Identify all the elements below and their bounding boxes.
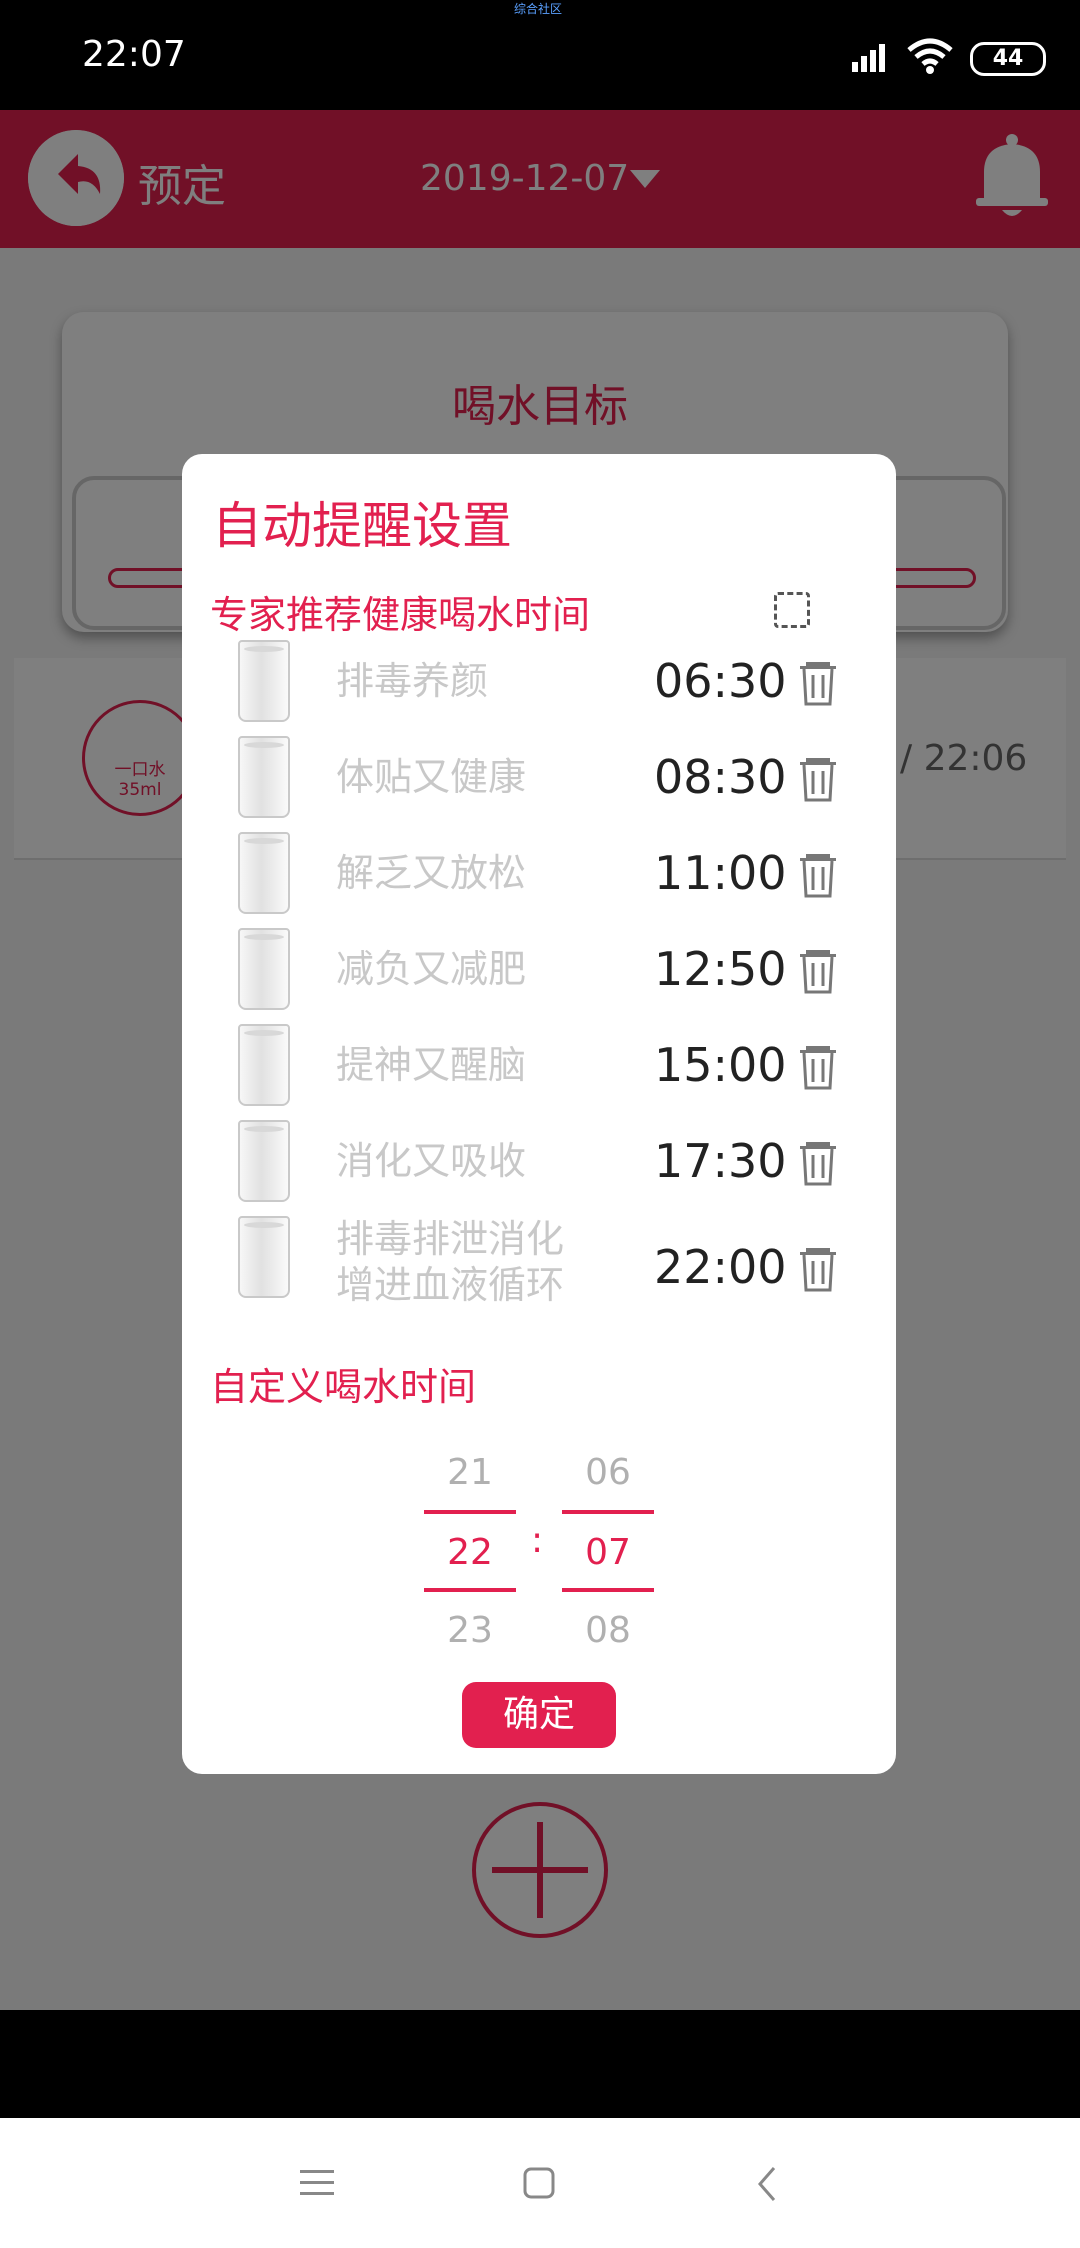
minute-bottom-divider	[562, 1588, 654, 1592]
reminder-row: 体贴又健康 08:30	[182, 732, 896, 828]
reminder-time: 08:30	[654, 750, 787, 804]
reminder-time: 22:00	[654, 1240, 787, 1294]
back-chevron-icon[interactable]	[752, 2164, 782, 2204]
glass-icon	[238, 928, 290, 1010]
reminder-desc: 排毒排泄消化 增进血液循环	[336, 1216, 564, 1308]
checkbox-icon[interactable]	[774, 592, 810, 628]
status-time: 22:07	[82, 34, 186, 75]
glass-icon	[238, 1216, 290, 1298]
reminder-time: 12:50	[654, 942, 787, 996]
reminder-desc: 消化又吸收	[336, 1139, 527, 1183]
hour-bottom-divider	[424, 1588, 516, 1592]
trash-icon[interactable]	[798, 754, 838, 802]
minute-prev[interactable]: 06	[562, 1452, 654, 1493]
glass-icon	[238, 640, 290, 722]
glass-icon	[238, 736, 290, 818]
confirm-button[interactable]: 确定	[462, 1682, 616, 1748]
reminder-desc: 体贴又健康	[336, 755, 527, 799]
trash-icon[interactable]	[798, 1138, 838, 1186]
reminder-time: 06:30	[654, 654, 787, 708]
trash-icon[interactable]	[798, 1042, 838, 1090]
minute-next[interactable]: 08	[562, 1610, 654, 1651]
home-square-icon[interactable]	[522, 2166, 558, 2202]
reminder-row: 解乏又放松 11:00	[182, 828, 896, 924]
reminder-desc-line2: 增进血液循环	[336, 1263, 565, 1307]
time-picker[interactable]: 21 22 23 : 06 07 08	[182, 1440, 896, 1670]
minute-top-divider	[562, 1510, 654, 1514]
hour-selected[interactable]: 22	[424, 1532, 516, 1573]
reminder-row: 消化又吸收 17:30	[182, 1116, 896, 1212]
hour-top-divider	[424, 1510, 516, 1514]
glass-icon	[238, 1120, 290, 1202]
reminder-row: 减负又减肥 12:50	[182, 924, 896, 1020]
reminder-desc: 提神又醒脑	[336, 1043, 527, 1087]
menu-icon[interactable]	[300, 2166, 336, 2200]
trash-icon[interactable]	[798, 946, 838, 994]
trash-icon[interactable]	[798, 1244, 838, 1292]
time-separator: :	[531, 1520, 544, 1561]
trash-icon[interactable]	[798, 850, 838, 898]
glass-icon	[238, 832, 290, 914]
minute-selected[interactable]: 07	[562, 1532, 654, 1573]
signal-icon	[852, 44, 885, 72]
reminder-time: 11:00	[654, 846, 787, 900]
reminder-desc: 减负又减肥	[336, 947, 527, 991]
trash-icon[interactable]	[798, 658, 838, 706]
battery-indicator: 44	[970, 42, 1046, 76]
reminder-row: 排毒养颜 06:30	[182, 636, 896, 732]
reminder-desc-line1: 排毒排泄消化	[336, 1217, 565, 1261]
watermark-text: 综合社区	[514, 2, 563, 16]
hour-next[interactable]: 23	[424, 1610, 516, 1651]
hour-prev[interactable]: 21	[424, 1452, 516, 1493]
reminder-time: 17:30	[654, 1134, 787, 1188]
reminder-time: 15:00	[654, 1038, 787, 1092]
reminder-row: 排毒排泄消化 增进血液循环 22:00	[182, 1212, 896, 1322]
reminder-desc: 解乏又放松	[336, 851, 527, 895]
wifi-icon	[907, 38, 953, 74]
custom-section-title: 自定义喝水时间	[210, 1365, 477, 1409]
glass-icon	[238, 1024, 290, 1106]
dialog-title: 自动提醒设置	[212, 497, 512, 555]
reminder-desc: 排毒养颜	[336, 659, 489, 703]
reminder-row: 提神又醒脑 15:00	[182, 1020, 896, 1116]
expert-section-title: 专家推荐健康喝水时间	[210, 593, 591, 637]
